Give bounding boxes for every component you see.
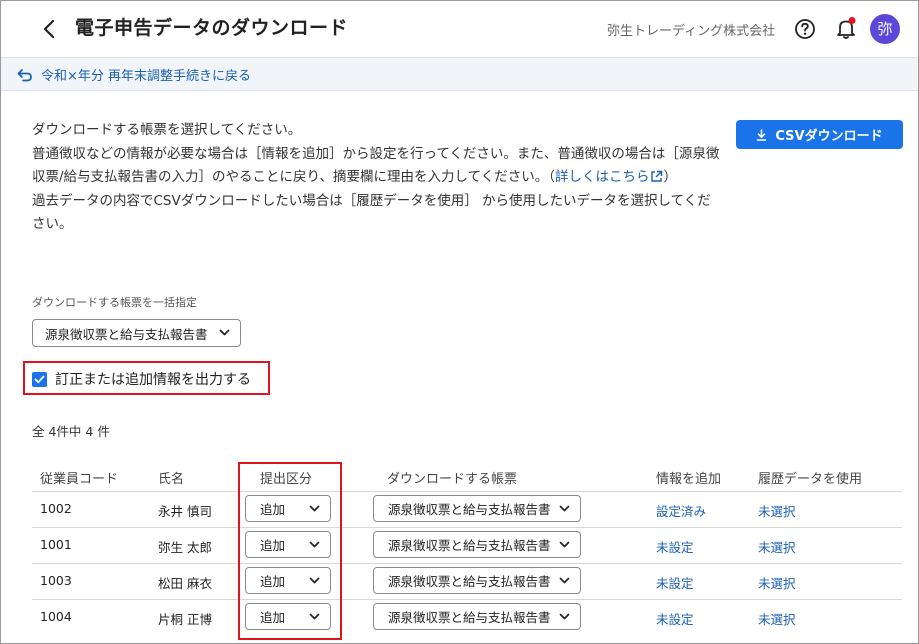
row-form-select[interactable]: 源泉徴収票と給与支払報告書 [373, 567, 581, 594]
row-name: 弥生 太郎 [158, 540, 212, 555]
help-icon[interactable] [794, 18, 816, 40]
table-divider [32, 491, 902, 492]
row-history-link[interactable]: 未選択 [758, 573, 796, 592]
csv-download-label: CSVダウンロード [775, 129, 883, 144]
table-row-divider [32, 563, 902, 564]
instructions: ダウンロードする帳票を選択してください。 普通徴収などの情報が必要な場合は［情報… [32, 119, 722, 237]
chevron-left-icon[interactable] [39, 18, 59, 40]
instruction-line-3: 過去データの内容でCSVダウンロードしたい場合は［履歴データを使用］ から使用し… [32, 192, 711, 233]
page-title: 電子申告データのダウンロード [75, 17, 349, 39]
csv-download-button[interactable]: CSVダウンロード [736, 120, 903, 149]
row-history-link[interactable]: 未選択 [758, 609, 796, 628]
details-link-label: 詳しくはこちら [554, 169, 650, 185]
row-history-link[interactable]: 未選択 [758, 537, 796, 556]
row-form-select-value: 源泉徴収票と給与支払報告書 [388, 502, 551, 517]
app-header: 電子申告データのダウンロード 弥生トレーディング株式会社 弥 [1, 1, 918, 58]
table-row-divider [32, 527, 902, 528]
bulk-select-label: ダウンロードする帳票を一括指定 [32, 296, 197, 309]
row-form-select-value: 源泉徴収票と給与支払報告書 [388, 610, 551, 625]
chevron-down-icon [559, 541, 570, 547]
notification-bell-icon[interactable] [835, 16, 857, 40]
row-code: 1004 [40, 609, 72, 624]
row-info-link[interactable]: 未設定 [656, 573, 694, 592]
output-correction-label[interactable]: 訂正または追加情報を出力する [55, 369, 251, 389]
column-header-history: 履歴データを使用 [758, 472, 863, 487]
row-code: 1002 [40, 501, 72, 516]
return-arrow-icon [17, 68, 32, 81]
chevron-down-icon [559, 505, 570, 511]
check-icon [34, 375, 45, 384]
external-link-icon [651, 170, 663, 182]
instruction-line-2: 普通徴収などの情報が必要な場合は［情報を追加］から設定を行ってください。また、普… [32, 143, 722, 190]
row-history-link[interactable]: 未選択 [758, 501, 796, 520]
row-form-select-value: 源泉徴収票と給与支払報告書 [388, 538, 551, 553]
row-info-link[interactable]: 未設定 [656, 537, 694, 556]
company-name: 弥生トレーディング株式会社 [607, 24, 776, 39]
row-name: 松田 麻衣 [158, 576, 212, 591]
column-header-code: 従業員コード [40, 472, 119, 487]
column-header-info: 情報を追加 [656, 472, 722, 487]
row-info-link[interactable]: 未設定 [656, 609, 694, 628]
row-name: 片桐 正博 [158, 612, 212, 627]
type-column-highlight [238, 462, 342, 640]
chevron-down-icon [559, 577, 570, 583]
return-link[interactable]: 令和×年分 再年末調整手続きに戻る [17, 65, 251, 84]
result-count: 全 4件中 4 件 [32, 424, 110, 439]
row-code: 1003 [40, 573, 72, 588]
column-header-name: 氏名 [158, 472, 185, 487]
download-icon [757, 128, 767, 141]
details-link[interactable]: 詳しくはこちら [555, 169, 664, 185]
bulk-form-select-value: 源泉徴収票と給与支払報告書 [45, 326, 208, 342]
row-form-select[interactable]: 源泉徴収票と給与支払報告書 [373, 495, 581, 522]
row-code: 1001 [40, 537, 72, 552]
output-correction-checkbox[interactable] [32, 372, 47, 387]
table-row-divider [32, 599, 902, 600]
row-form-select[interactable]: 源泉徴収票と給与支払報告書 [373, 603, 581, 630]
instruction-line-1: ダウンロードする帳票を選択してください。 [32, 122, 302, 138]
row-name: 永井 慎司 [158, 504, 212, 519]
row-form-select-value: 源泉徴収票と給与支払報告書 [388, 574, 551, 589]
avatar[interactable]: 弥 [870, 14, 900, 44]
chevron-down-icon [559, 613, 570, 619]
chevron-down-icon [219, 329, 230, 336]
row-info-link[interactable]: 設定済み [656, 501, 706, 520]
instruction-line-2-end: ） [663, 169, 677, 185]
breadcrumb-bar: 令和×年分 再年末調整手続きに戻る [1, 58, 918, 91]
column-header-form: ダウンロードする帳票 [387, 472, 518, 487]
bulk-form-select[interactable]: 源泉徴収票と給与支払報告書 [32, 319, 241, 347]
row-form-select[interactable]: 源泉徴収票と給与支払報告書 [373, 531, 581, 558]
return-link-label: 令和×年分 再年末調整手続きに戻る [41, 69, 252, 84]
